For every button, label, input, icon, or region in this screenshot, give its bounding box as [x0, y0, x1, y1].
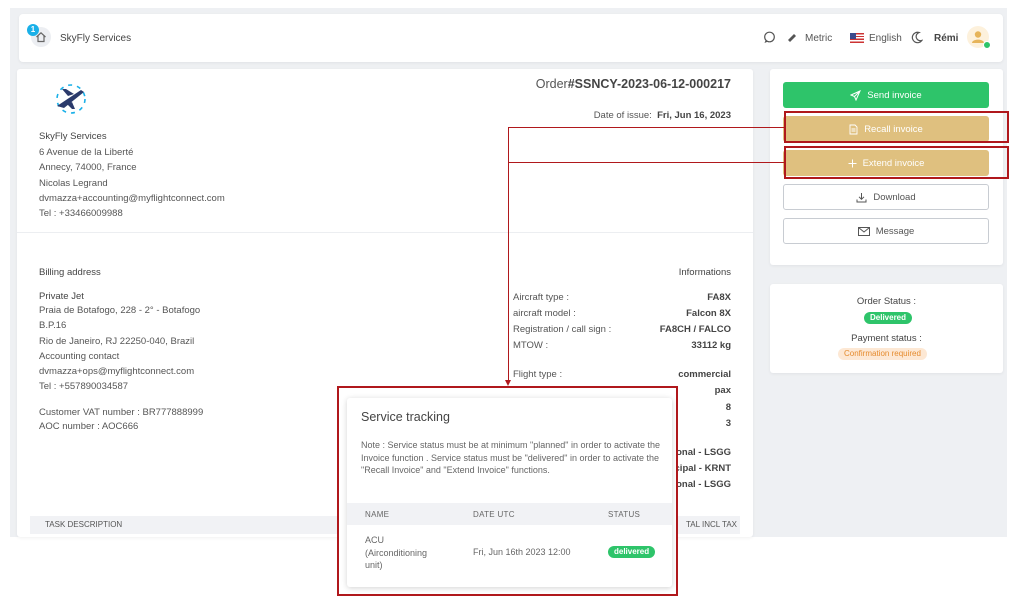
info-label: MTOW :	[513, 340, 549, 351]
brand-name: SkyFly Services	[60, 33, 132, 44]
supplier-line: Nicolas Legrand	[39, 178, 108, 189]
us-flag-icon	[850, 33, 864, 43]
service-tracking-popup: Service tracking Note : Service status m…	[347, 398, 672, 587]
info-label: Flight type :	[513, 369, 563, 380]
billing-line: dvmazza+ops@myflightconnect.com	[39, 366, 195, 377]
top-bar: 1 SkyFly Services Metric English Rémi	[19, 14, 1003, 62]
order-number: Order#SSNCY-2023-06-12-000217	[536, 77, 731, 91]
col-total-incl-tax: TAL INCL TAX	[686, 520, 737, 529]
online-status-icon	[983, 41, 991, 49]
info-value: FA8X	[707, 292, 731, 303]
col-task-description: TASK DESCRIPTION	[45, 520, 123, 529]
popup-note: Note : Service status must be at minimum…	[361, 440, 661, 475]
date-of-issue: Date of issue: Fri, Jun 16, 2023	[594, 110, 731, 121]
info-value: onal - LSGG	[676, 479, 731, 490]
billing-line: Private Jet	[39, 291, 84, 302]
service-date: Fri, Jun 16th 2023 12:00	[473, 547, 571, 557]
info-value: 3	[725, 418, 731, 429]
connector-line	[508, 127, 784, 128]
download-label: Download	[873, 191, 916, 203]
status-card: Order Status : Delivered Payment status …	[770, 284, 1003, 373]
info-value: Falcon 8X	[686, 308, 731, 319]
customer-vat: Customer VAT number : BR777888999	[39, 407, 204, 418]
send-invoice-button[interactable]: Send invoice	[783, 82, 989, 108]
info-value: 8	[725, 402, 731, 413]
language-selector[interactable]: English	[869, 33, 902, 44]
date-label: Date of issue:	[593, 110, 652, 121]
payment-status-badge: Confirmation required	[838, 348, 927, 360]
billing-heading: Billing address	[39, 267, 101, 278]
date-value: Fri, Jun 16, 2023	[657, 110, 731, 121]
mail-icon	[857, 226, 870, 236]
supplier-name: SkyFly Services	[39, 131, 107, 142]
billing-line: Praia de Botafogo, 228 - 2° - Botafogo	[39, 305, 201, 316]
billing-line: B.P.16	[39, 320, 67, 331]
order-status-label: Order Status :	[856, 296, 917, 307]
connector-line	[508, 162, 784, 163]
supplier-line: Tel : +33466009988	[39, 208, 123, 219]
payment-status-label: Payment status :	[851, 333, 922, 344]
aoc-number: AOC number : AOC666	[39, 421, 139, 432]
order-id: #SSNCY-2023-06-12-000217	[567, 77, 731, 91]
service-name-line: (Airconditioning	[365, 547, 428, 558]
download-button[interactable]: Download	[783, 184, 989, 210]
extend-highlight	[784, 146, 1009, 179]
supplier-line: 6 Avenue de la Liberté	[39, 147, 134, 158]
send-invoice-label: Send invoice	[867, 89, 922, 101]
units-toggle[interactable]: Metric	[805, 33, 832, 44]
popup-title: Service tracking	[361, 410, 450, 424]
info-value: 33112 kg	[691, 340, 731, 351]
info-value: FA8CH / FALCO	[659, 324, 731, 335]
informations-heading: Informations	[678, 267, 731, 278]
recall-highlight	[784, 111, 1009, 143]
avatar[interactable]	[967, 26, 991, 49]
info-label: Registration / call sign :	[513, 324, 612, 335]
chat-icon[interactable]	[763, 31, 776, 47]
info-label: aircraft model :	[513, 308, 576, 319]
plane-logo-icon	[51, 81, 91, 122]
ruler-icon[interactable]	[787, 32, 798, 46]
billing-line: Tel : +557890034587	[39, 381, 129, 392]
divider	[17, 232, 753, 233]
service-status-badge: delivered	[608, 546, 656, 558]
info-value: commercial	[678, 369, 731, 380]
message-label: Message	[875, 225, 915, 237]
send-icon	[850, 89, 862, 101]
message-button[interactable]: Message	[783, 218, 989, 244]
service-name: ACU (Airconditioning unit)	[365, 534, 427, 572]
billing-line: Accounting contact	[39, 351, 120, 362]
order-status-badge: Delivered	[864, 312, 913, 324]
download-icon	[856, 192, 867, 202]
supplier-line: dvmazza+accounting@myflightconnect.com	[39, 193, 225, 204]
notification-badge: 1	[27, 24, 39, 36]
info-value: cipal - KRNT	[674, 463, 731, 474]
service-name-line: ACU	[365, 535, 385, 545]
col-name: NAME	[365, 510, 390, 519]
moon-icon[interactable]	[911, 31, 924, 47]
info-label: Aircraft type :	[513, 292, 569, 303]
info-value: onal - LSGG	[676, 447, 731, 458]
connector-line	[508, 127, 509, 381]
col-date-utc: DATE UTC	[473, 510, 515, 519]
order-prefix: Order	[535, 77, 568, 91]
col-status: STATUS	[608, 510, 641, 519]
billing-line: Rio de Janeiro, RJ 22250-040, Brazil	[39, 336, 195, 347]
service-name-line: unit)	[365, 560, 383, 570]
user-name[interactable]: Rémi	[934, 33, 958, 44]
info-value: pax	[714, 385, 731, 396]
supplier-line: Annecy, 74000, France	[39, 162, 137, 173]
